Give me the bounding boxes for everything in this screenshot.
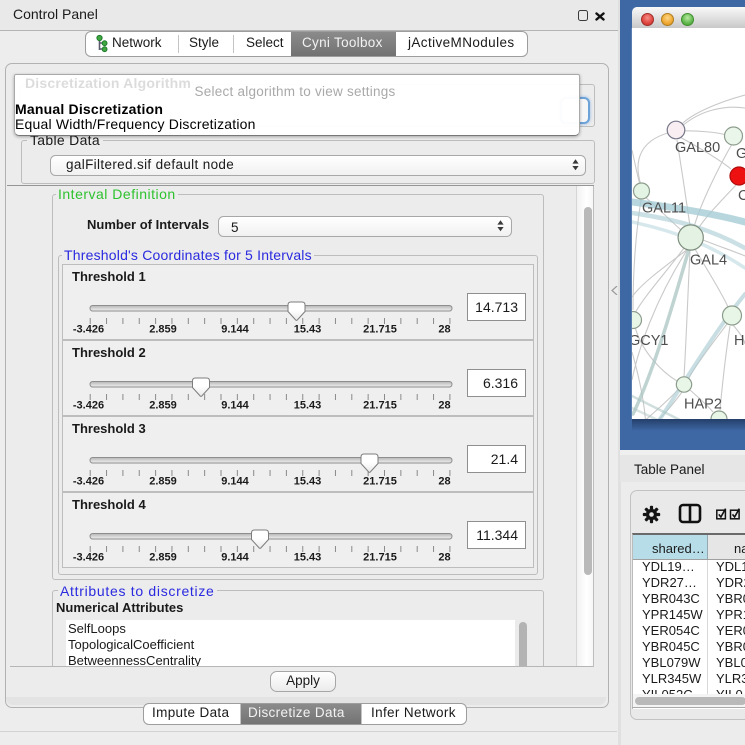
svg-text:28: 28 xyxy=(438,400,450,412)
svg-text:-3.426: -3.426 xyxy=(73,552,104,564)
svg-text:HAP2: HAP2 xyxy=(684,397,722,413)
svg-text:2.859: 2.859 xyxy=(149,400,177,412)
svg-text:9.144: 9.144 xyxy=(221,552,249,564)
svg-text:15.43: 15.43 xyxy=(294,324,322,336)
svg-text:21.715: 21.715 xyxy=(363,400,397,412)
svg-text:28: 28 xyxy=(438,552,450,564)
svg-text:28: 28 xyxy=(438,476,450,488)
svg-text:GA: GA xyxy=(736,146,745,162)
svg-text:C: C xyxy=(738,188,745,204)
svg-text:H: H xyxy=(734,333,744,349)
svg-text:-3.426: -3.426 xyxy=(73,400,104,412)
svg-text:28: 28 xyxy=(438,324,450,336)
svg-text:9.144: 9.144 xyxy=(221,324,249,336)
svg-text:15.43: 15.43 xyxy=(294,552,322,564)
svg-text:GAL11: GAL11 xyxy=(642,201,686,217)
svg-text:GAL80: GAL80 xyxy=(675,140,720,156)
svg-text:GCY1: GCY1 xyxy=(632,333,669,349)
svg-text:2.859: 2.859 xyxy=(149,324,177,336)
svg-text:21.715: 21.715 xyxy=(363,552,397,564)
svg-text:21.715: 21.715 xyxy=(363,324,397,336)
svg-text:9.144: 9.144 xyxy=(221,400,249,412)
svg-text:9.144: 9.144 xyxy=(221,476,249,488)
svg-text:-3.426: -3.426 xyxy=(73,476,104,488)
svg-text:2.859: 2.859 xyxy=(149,552,177,564)
svg-text:15.43: 15.43 xyxy=(294,476,322,488)
svg-text:2.859: 2.859 xyxy=(149,476,177,488)
svg-text:-3.426: -3.426 xyxy=(73,324,104,336)
svg-text:15.43: 15.43 xyxy=(294,400,322,412)
svg-text:GAL4: GAL4 xyxy=(690,253,727,269)
svg-text:21.715: 21.715 xyxy=(363,476,397,488)
